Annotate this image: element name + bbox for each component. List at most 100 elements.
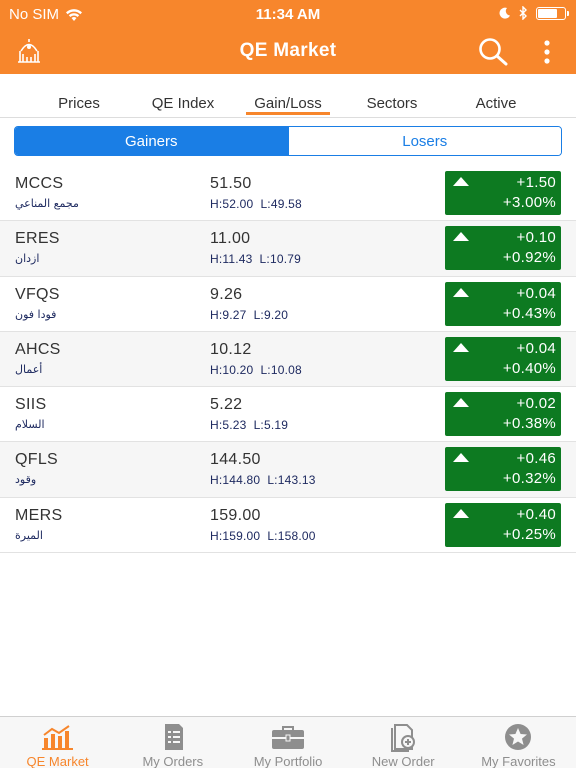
change-percent: +0.40% xyxy=(502,359,556,377)
tabbar-new-order[interactable]: New Order xyxy=(346,717,461,768)
briefcase-icon xyxy=(272,726,304,749)
change-percent: +0.43% xyxy=(502,304,556,322)
high-low: H:10.20 L:10.08 xyxy=(210,363,302,377)
battery-fill xyxy=(538,8,558,18)
last-price: 144.50 xyxy=(210,451,261,469)
change-value: +0.10 xyxy=(516,229,556,247)
change-value: +1.50 xyxy=(516,174,556,191)
high-price: H:52.00 xyxy=(210,197,254,211)
search-icon[interactable] xyxy=(476,37,510,67)
tab-prices[interactable]: Prices xyxy=(58,95,100,112)
high-price: H:144.80 xyxy=(210,473,261,488)
stock-row[interactable]: AHCS أعمال 10.12 H:10.20 L:10.08 +0.04 +0.40% xyxy=(0,331,576,388)
change-badge: +0.40 +0.25% xyxy=(445,502,561,547)
change-badge: +0.02 +0.38% xyxy=(445,392,561,437)
change-badge: +0.10 +0.92% xyxy=(445,226,561,271)
stock-row[interactable]: MERS الميرة 159.00 H:159.00 L:158.00 +0.40 +0.… xyxy=(0,497,576,554)
low-price: L:10.08 xyxy=(260,362,302,377)
stock-name-arabic: الميرة xyxy=(15,528,43,542)
new-order-icon xyxy=(391,724,416,752)
stock-name-arabic: فودا فون xyxy=(15,307,57,321)
change-percent: +0.92% xyxy=(502,249,556,267)
tabbar-my-favorites[interactable]: My Favorites xyxy=(461,717,576,768)
stock-name-arabic: مجمع المناعي xyxy=(15,197,79,210)
tabbar-qe-market[interactable]: QE Market xyxy=(0,717,115,768)
tab-gain-loss[interactable]: Gain/Loss xyxy=(254,95,322,112)
last-price: 9.26 xyxy=(210,285,243,303)
stock-symbol: MCCS xyxy=(15,175,64,192)
change-percent: +0.25% xyxy=(502,525,556,543)
high-low: H:11.43 L:10.79 xyxy=(210,252,301,266)
stock-symbol: ERES xyxy=(15,230,60,248)
last-price: 5.22 xyxy=(210,396,243,414)
change-value: +0.04 xyxy=(516,339,556,357)
status-right xyxy=(499,6,569,20)
last-price: 10.12 xyxy=(210,340,252,358)
stock-row[interactable]: QFLS وقود 144.50 H:144.80 L:143.13 +0.46 +0.32… xyxy=(0,442,576,498)
change-badge: +0.46 +0.32% xyxy=(445,447,561,492)
moon-icon xyxy=(499,7,510,19)
up-arrow-icon xyxy=(453,453,469,463)
segment-losers[interactable]: Losers xyxy=(287,127,561,155)
change-badge: +0.04 +0.43% xyxy=(445,281,561,326)
tabbar-my-portfolio[interactable]: My Portfolio xyxy=(230,717,345,768)
bottom-tab-bar: QE Market My Orders My Portfolio New Ord… xyxy=(0,716,576,768)
stock-name-arabic: ازدان xyxy=(15,252,40,266)
tab-sectors[interactable]: Sectors xyxy=(367,95,418,112)
up-arrow-icon xyxy=(453,398,469,408)
nav-bar: QE Market xyxy=(0,28,576,74)
high-low: H:52.00 L:49.58 xyxy=(210,197,302,211)
bluetooth-icon xyxy=(519,6,527,20)
high-price: H:9.27 xyxy=(210,307,247,322)
up-arrow-icon xyxy=(453,177,469,186)
up-arrow-icon xyxy=(453,287,469,297)
low-price: L:9.20 xyxy=(253,307,289,322)
change-percent: +0.32% xyxy=(502,470,556,488)
up-arrow-icon xyxy=(453,342,469,352)
stock-row[interactable]: ERES ازدان 11.00 H:11.43 L:10.79 +0.10 +0.92% xyxy=(0,221,576,277)
stock-name-arabic: وقود xyxy=(15,473,37,487)
last-price: 51.50 xyxy=(210,175,252,192)
up-arrow-icon xyxy=(453,232,469,242)
low-price: L:49.58 xyxy=(260,197,302,211)
tab-qe-index[interactable]: QE Index xyxy=(152,95,215,112)
stock-symbol: MERS xyxy=(15,506,63,524)
low-price: L:10.79 xyxy=(259,252,301,267)
more-options-icon[interactable] xyxy=(537,38,557,66)
stock-symbol: QFLS xyxy=(15,451,58,469)
stock-symbol: VFQS xyxy=(15,285,60,303)
market-tabs: Prices QE Index Gain/Loss Sectors Active xyxy=(0,74,576,118)
low-price: L:143.13 xyxy=(267,473,316,488)
tabbar-label: My Orders xyxy=(142,754,204,768)
tab-active[interactable]: Active xyxy=(476,95,517,112)
stock-list: MCCS مجمع المناعي 51.50 H:52.00 L:49.58 +1.50… xyxy=(0,166,576,554)
tabbar-label: My Portfolio xyxy=(253,754,323,768)
high-low: H:5.23 L:5.19 xyxy=(210,418,288,432)
high-price: H:159.00 xyxy=(210,528,261,543)
change-badge: +1.50 +3.00% xyxy=(445,171,561,215)
last-price: 11.00 xyxy=(210,230,251,248)
stock-row[interactable]: SIIS السلام 5.22 H:5.23 L:5.19 +0.02 +0.38% xyxy=(0,387,576,443)
stock-row[interactable]: VFQS فودا فون 9.26 H:9.27 L:9.20 +0.04 +0.43% xyxy=(0,276,576,332)
change-value: +0.02 xyxy=(516,395,556,413)
active-tab-indicator xyxy=(246,112,330,115)
low-price: L:5.19 xyxy=(253,418,289,433)
tabbar-label: New Order xyxy=(371,754,435,768)
tabbar-my-orders[interactable]: My Orders xyxy=(115,717,230,768)
status-time: 11:34 AM xyxy=(255,6,321,23)
up-arrow-icon xyxy=(453,508,469,518)
stock-row[interactable]: MCCS مجمع المناعي 51.50 H:52.00 L:49.58 +1.50… xyxy=(0,166,576,222)
gainers-losers-segment: Gainers Losers xyxy=(14,126,562,156)
change-value: +0.04 xyxy=(516,284,556,302)
segment-gainers[interactable]: Gainers xyxy=(15,127,288,155)
low-price: L:158.00 xyxy=(267,528,316,543)
high-low: H:144.80 L:143.13 xyxy=(210,473,316,487)
change-percent: +0.38% xyxy=(502,415,556,433)
stock-symbol: SIIS xyxy=(15,396,47,414)
high-low: H:159.00 L:158.00 xyxy=(210,529,316,543)
tabbar-label: My Favorites xyxy=(481,754,556,768)
orders-list-icon xyxy=(164,724,183,750)
high-low: H:9.27 L:9.20 xyxy=(210,308,288,322)
battery-icon xyxy=(536,6,569,20)
high-price: H:5.23 xyxy=(210,418,247,433)
